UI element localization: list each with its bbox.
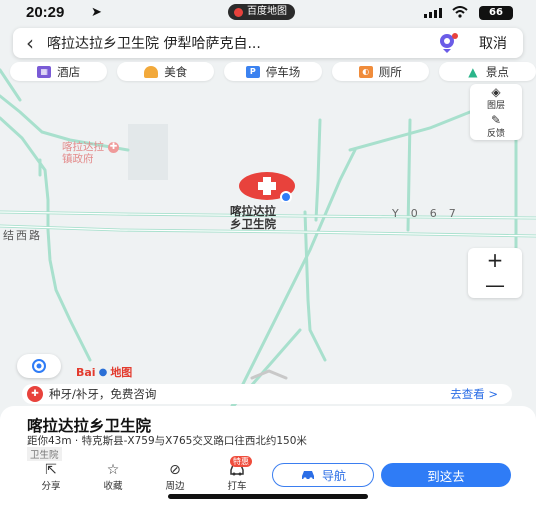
logo-text: Bai	[76, 365, 96, 379]
chip-toilet[interactable]: ◐ 厕所	[331, 62, 429, 81]
map-tools-panel: ◈ 图层 ✎ 反馈	[470, 84, 522, 140]
car-icon	[301, 471, 314, 481]
baidu-logo: Bai ● 地图	[76, 364, 132, 380]
taxi-promo-badge: 特惠	[230, 456, 252, 467]
hospital-map-label[interactable]: 喀拉达拉 乡卫生院	[230, 205, 276, 231]
cancel-button[interactable]: 取消	[463, 33, 523, 53]
feedback-button[interactable]: ✎ 反馈	[470, 112, 522, 140]
favorite-label: 收藏	[103, 481, 123, 492]
zoom-out-button[interactable]: —	[468, 273, 522, 298]
poi-distance: 距你43m · 特克斯县-X759与X765交叉路口往西北约150米	[27, 435, 307, 447]
food-icon	[144, 65, 159, 78]
status-bar: 20:29 ➤ 百度地图 66	[0, 0, 536, 26]
search-bar[interactable]: ‹ 喀拉达拉乡卫生院 伊犁哈萨克自... 取消	[13, 28, 523, 58]
nearby-icon: ⊘	[169, 462, 181, 478]
poi-detail-sheet: 喀拉达拉乡卫生院 距你43m · 特克斯县-X759与X765交叉路口往西北约1…	[0, 406, 536, 505]
chip-label: 景点	[485, 64, 509, 79]
navigate-label: 导航	[321, 468, 346, 483]
gov-label-line2: 镇政府	[62, 153, 94, 165]
wifi-icon	[452, 6, 468, 18]
hotel-icon: ▦	[37, 65, 52, 78]
battery-icon: 66	[479, 6, 513, 20]
tooth-icon: ✚	[27, 386, 43, 402]
ad-banner[interactable]: ✚ 种牙/补牙，免费咨询 去查看 >	[22, 384, 512, 404]
share-label: 分享	[41, 481, 61, 492]
chip-scenic[interactable]: ▲ 景点	[438, 62, 536, 81]
ad-link[interactable]: 去查看 >	[450, 386, 498, 402]
favorite-button[interactable]: ☆ 收藏	[82, 462, 144, 492]
home-indicator	[168, 494, 368, 499]
chip-label: 酒店	[57, 64, 81, 79]
app-indicator-pill: 百度地图	[228, 4, 295, 20]
chip-label: 美食	[164, 64, 188, 79]
chip-label: 厕所	[378, 64, 402, 79]
street-label: 结西路	[3, 229, 42, 242]
parking-icon: P	[245, 65, 260, 78]
share-icon: ⇱	[45, 462, 57, 478]
zoom-in-button[interactable]: +	[468, 248, 522, 273]
app-dot-icon	[234, 7, 243, 17]
layers-icon: ◈	[491, 84, 501, 99]
nearby-button[interactable]: ⊘ 周边	[144, 462, 206, 492]
navigate-button[interactable]: 导航	[272, 463, 374, 487]
toilet-icon: ◐	[358, 65, 373, 78]
locate-icon	[32, 359, 46, 373]
logo-suffix: 地图	[110, 366, 133, 379]
nearby-label: 周边	[165, 481, 185, 492]
gov-poi-label[interactable]: 喀拉达拉 ✚ 镇政府	[62, 141, 119, 165]
back-button[interactable]: ‹	[13, 31, 47, 55]
taxi-label: 打车	[227, 481, 247, 492]
voice-assistant-icon[interactable]	[433, 31, 463, 55]
hospital-label-line2: 乡卫生院	[230, 217, 276, 231]
status-time: 20:29	[26, 4, 65, 21]
feedback-icon: ✎	[490, 112, 502, 127]
layers-label: 图层	[486, 100, 505, 111]
poi-category-tag: 卫生院	[27, 447, 62, 461]
chip-hotel[interactable]: ▦ 酒店	[10, 62, 108, 81]
locate-me-button[interactable]	[17, 354, 61, 378]
gov-marker-icon: ✚	[108, 141, 119, 153]
category-chips: ▦ 酒店 美食 P 停车场 ◐ 厕所 ▲ 景点	[10, 62, 536, 82]
paw-icon: ●	[98, 366, 108, 378]
star-icon: ☆	[106, 462, 120, 478]
gov-label-line1: 喀拉达拉	[62, 141, 104, 153]
ad-text: 种牙/补牙，免费咨询	[49, 387, 157, 401]
chip-label: 停车场	[265, 64, 301, 79]
road-label: Y067	[392, 207, 468, 220]
app-indicator-label: 百度地图	[247, 6, 287, 17]
layers-button[interactable]: ◈ 图层	[470, 84, 522, 112]
chip-food[interactable]: 美食	[117, 62, 215, 81]
drag-handle-icon[interactable]	[246, 368, 292, 380]
location-arrow-icon: ➤	[91, 5, 102, 20]
scenic-icon: ▲	[468, 64, 478, 79]
go-here-button[interactable]: 到这去	[381, 463, 511, 487]
chip-parking[interactable]: P 停车场	[224, 62, 322, 81]
search-query[interactable]: 喀拉达拉乡卫生院 伊犁哈萨克自...	[47, 33, 433, 53]
zoom-control: + —	[468, 248, 522, 298]
hospital-marker-icon[interactable]	[238, 170, 296, 202]
share-button[interactable]: ⇱ 分享	[20, 462, 82, 492]
taxi-button[interactable]: 特惠 打车	[206, 456, 268, 492]
signal-icon	[424, 8, 442, 18]
poi-actions: ⇱ 分享 ☆ 收藏 ⊘ 周边 特惠 打车	[20, 456, 268, 492]
feedback-label: 反馈	[486, 128, 505, 139]
